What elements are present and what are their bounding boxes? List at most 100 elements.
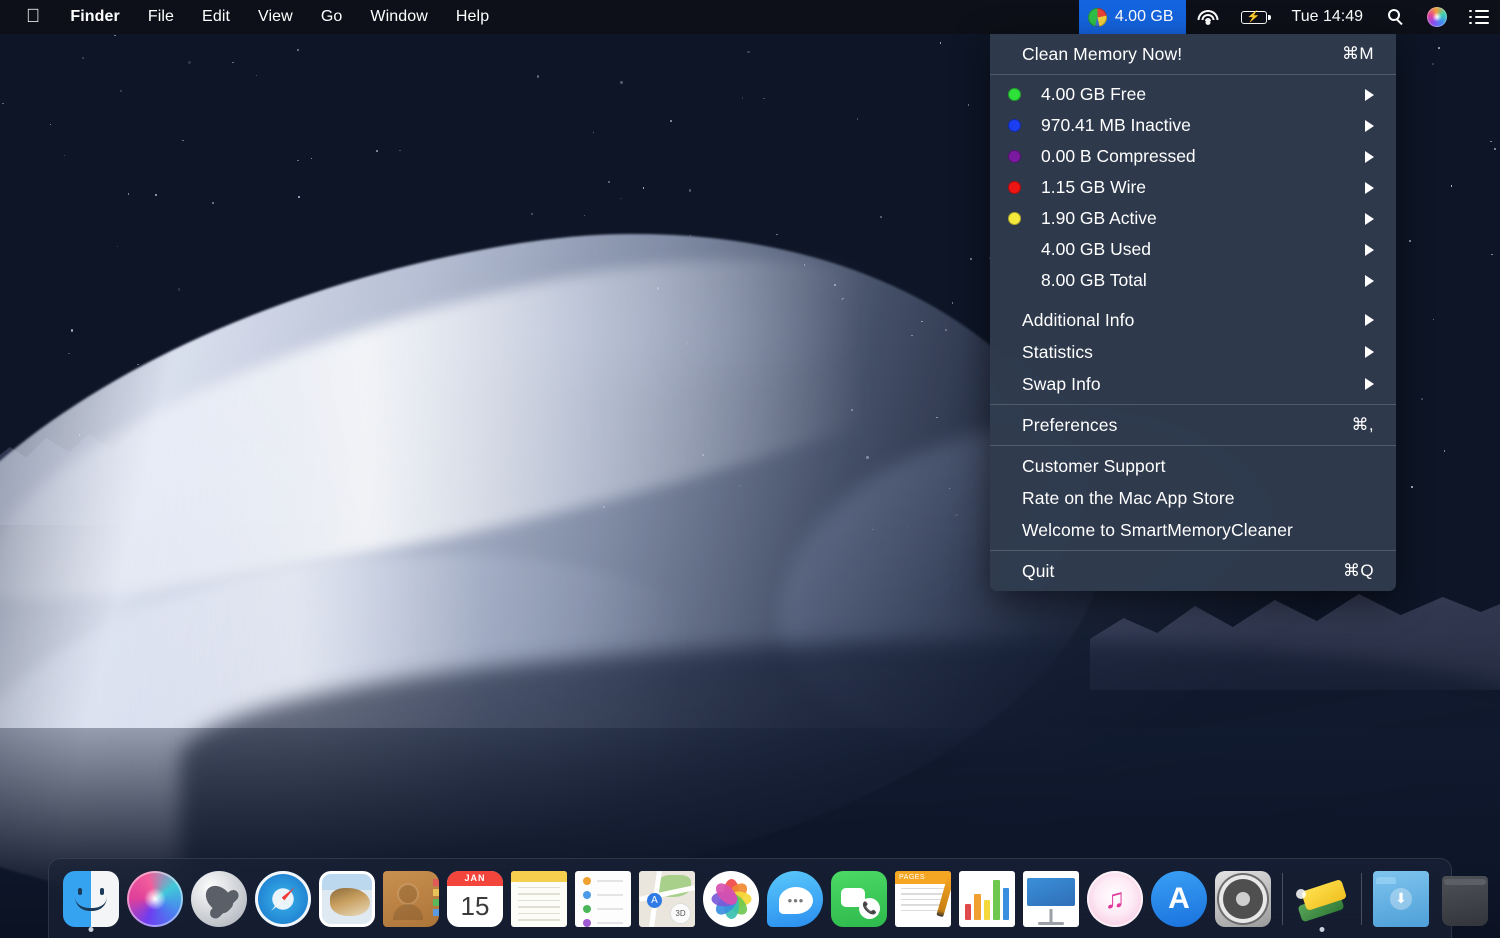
app-icon: PAGES bbox=[895, 870, 951, 927]
dock-item-numbers[interactable] bbox=[955, 863, 1019, 935]
dock-item-calendar[interactable]: JAN 15 bbox=[443, 863, 507, 935]
menu-item-clean-memory-now[interactable]: Clean Memory Now! ⌘M bbox=[990, 38, 1396, 70]
dock-item-pages[interactable]: PAGES bbox=[891, 863, 955, 935]
dock-item-safari[interactable] bbox=[251, 863, 315, 935]
menu-item-view[interactable]: View bbox=[244, 0, 307, 34]
star bbox=[116, 245, 119, 248]
menu-item-memory-stat[interactable]: 970.41 MB Inactive bbox=[990, 110, 1396, 141]
menu-item-memory-stat[interactable]: 0.00 B Compressed bbox=[990, 141, 1396, 172]
dock-item-system-preferences[interactable] bbox=[1211, 863, 1275, 935]
apple-logo-icon[interactable]:  bbox=[0, 0, 56, 34]
menu-item-window[interactable]: Window bbox=[356, 0, 442, 34]
menu-item-help[interactable]: Help bbox=[442, 0, 503, 34]
dock-item-reminders[interactable] bbox=[571, 863, 635, 935]
dock-item-mail[interactable] bbox=[315, 863, 379, 935]
star bbox=[120, 90, 122, 92]
menu-section-clean: Clean Memory Now! ⌘M bbox=[990, 34, 1396, 74]
star bbox=[583, 214, 586, 217]
dock-item-photos[interactable] bbox=[699, 863, 763, 935]
stat-dot-column bbox=[1008, 212, 1021, 225]
menu-item-additional-info[interactable]: Additional Info bbox=[990, 304, 1396, 336]
menu-bar-status-items: 4.00 GB ⚡ Tue 14:49 bbox=[1078, 0, 1500, 34]
star bbox=[880, 216, 882, 218]
menu-item-file[interactable]: File bbox=[134, 0, 188, 34]
star bbox=[592, 131, 595, 134]
status-item-clock[interactable]: Tue 14:49 bbox=[1278, 8, 1377, 26]
menu-item-preferences[interactable]: Preferences ⌘, bbox=[990, 409, 1396, 441]
menu-bar:  Finder File Edit View Go Window Help 4… bbox=[0, 0, 1500, 34]
search-icon bbox=[1388, 8, 1405, 26]
rate-app-label: Rate on the Mac App Store bbox=[1022, 487, 1235, 508]
menu-item-memory-stat[interactable]: 4.00 GB Free bbox=[990, 79, 1396, 110]
chevron-right-icon bbox=[1365, 150, 1374, 163]
menu-item-edit[interactable]: Edit bbox=[188, 0, 244, 34]
star bbox=[137, 363, 139, 366]
chevron-right-icon bbox=[1365, 314, 1374, 326]
star bbox=[399, 149, 401, 152]
quit-shortcut: ⌘Q bbox=[1342, 561, 1374, 580]
star bbox=[967, 104, 970, 106]
app-icon bbox=[767, 870, 823, 927]
dock-item-downloads[interactable]: ⬇ bbox=[1369, 863, 1433, 935]
memory-stat-label: 1.90 GB Active bbox=[1041, 208, 1157, 228]
clean-memory-now-label: Clean Memory Now! bbox=[1022, 43, 1183, 64]
chevron-right-icon bbox=[1365, 88, 1374, 101]
status-item-spotlight[interactable] bbox=[1377, 0, 1416, 34]
star bbox=[620, 197, 622, 200]
menu-item-go[interactable]: Go bbox=[307, 0, 357, 34]
menu-item-rate-on-mac-app-store[interactable]: Rate on the Mac App Store bbox=[990, 482, 1396, 514]
menu-item-quit[interactable]: Quit ⌘Q bbox=[990, 555, 1396, 587]
quit-label: Quit bbox=[1022, 560, 1055, 581]
status-item-battery[interactable]: ⚡ bbox=[1230, 0, 1278, 34]
menu-item-welcome[interactable]: Welcome to SmartMemoryCleaner bbox=[990, 514, 1396, 546]
memory-stat-label: 1.15 GB Wire bbox=[1041, 177, 1147, 197]
dock-item-notes[interactable] bbox=[507, 863, 571, 935]
status-item-control-center[interactable] bbox=[1458, 0, 1500, 34]
status-dot-icon bbox=[1008, 181, 1021, 194]
menu-item-memory-stat[interactable]: 8.00 GB Total bbox=[990, 265, 1396, 296]
status-item-siri[interactable] bbox=[1416, 0, 1458, 34]
dock-item-contacts[interactable] bbox=[379, 863, 443, 935]
app-icon bbox=[127, 870, 183, 927]
status-dot-icon bbox=[1008, 212, 1021, 225]
dock-item-app-store[interactable]: A bbox=[1147, 863, 1211, 935]
app-running-indicator bbox=[88, 926, 94, 932]
dock-item-itunes[interactable]: ♫ bbox=[1083, 863, 1147, 935]
clean-memory-now-shortcut: ⌘M bbox=[1342, 44, 1374, 63]
chevron-right-icon bbox=[1365, 243, 1374, 256]
menu-item-memory-stat[interactable]: 1.90 GB Active bbox=[990, 203, 1396, 234]
status-item-wifi[interactable] bbox=[1186, 0, 1230, 34]
app-icon bbox=[1294, 871, 1350, 927]
dock-item-siri[interactable] bbox=[123, 863, 187, 935]
app-icon bbox=[191, 870, 247, 927]
menu-item-customer-support[interactable]: Customer Support bbox=[990, 450, 1396, 482]
dock-item-trash[interactable] bbox=[1433, 863, 1497, 935]
menu-item-statistics[interactable]: Statistics bbox=[990, 336, 1396, 368]
maps-3d-badge: 3D bbox=[670, 902, 691, 924]
menu-item-memory-stat[interactable]: 4.00 GB Used bbox=[990, 234, 1396, 265]
memory-value-label: 4.00 GB bbox=[1114, 8, 1174, 25]
star bbox=[531, 213, 533, 215]
status-item-smartmemorycleaner[interactable]: 4.00 GB bbox=[1078, 0, 1186, 34]
menu-item-swap-info[interactable]: Swap Info bbox=[990, 368, 1396, 400]
dock-item-facetime[interactable] bbox=[827, 863, 891, 935]
app-icon bbox=[959, 870, 1015, 927]
menu-item-memory-stat[interactable]: 1.15 GB Wire bbox=[990, 172, 1396, 203]
menu-item-finder[interactable]: Finder bbox=[56, 0, 134, 34]
star bbox=[776, 233, 778, 236]
dock-item-launchpad[interactable] bbox=[187, 863, 251, 935]
dock-item-smartmemorycleaner[interactable] bbox=[1290, 863, 1354, 935]
dock-item-keynote[interactable] bbox=[1019, 863, 1083, 935]
app-icon: A bbox=[1151, 870, 1207, 927]
dock-item-messages[interactable] bbox=[763, 863, 827, 935]
app-icon bbox=[255, 870, 311, 927]
star bbox=[1450, 185, 1453, 187]
app-icon: JAN 15 bbox=[447, 870, 503, 927]
star bbox=[1432, 318, 1435, 321]
star bbox=[1420, 397, 1423, 400]
star bbox=[747, 51, 750, 54]
app-icon: ♫ bbox=[1087, 870, 1143, 927]
battery-charging-icon: ⚡ bbox=[1240, 10, 1271, 24]
dock-item-finder[interactable] bbox=[59, 863, 123, 935]
dock-item-maps[interactable]: 3D bbox=[635, 863, 699, 935]
